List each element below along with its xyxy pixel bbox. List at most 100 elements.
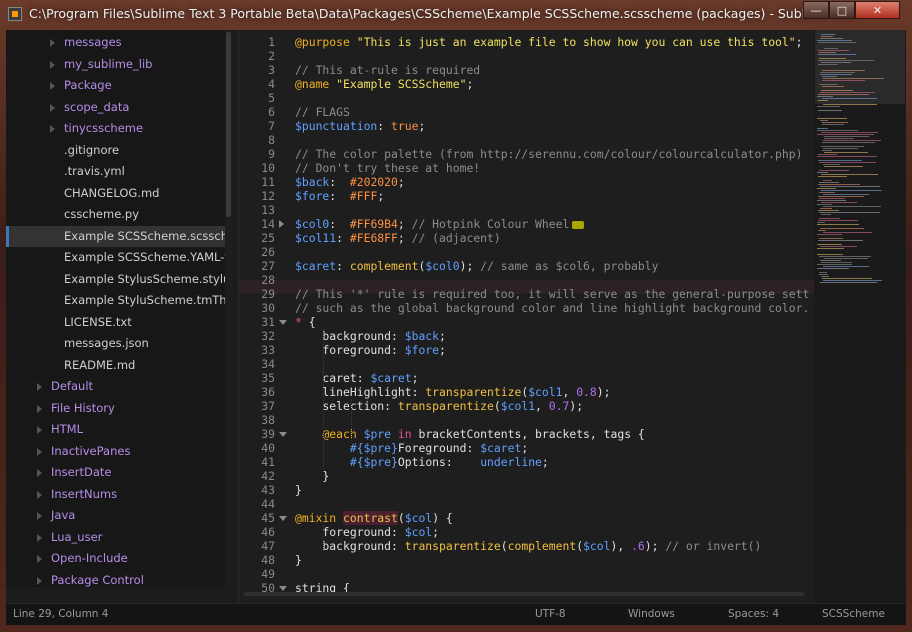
code-line[interactable]: @each $pre in bracketContents, brackets,…: [295, 427, 644, 441]
code-line[interactable]: * {: [295, 315, 316, 329]
code-line[interactable]: @name "Example SCSScheme";: [295, 77, 473, 91]
code-line[interactable]: lineHighlight: transparentize($col1, 0.8…: [295, 385, 610, 399]
sidebar-folder[interactable]: HTML: [6, 419, 225, 441]
sidebar-folder[interactable]: InactivePanes: [6, 441, 225, 463]
sidebar-folder[interactable]: InsertNums: [6, 484, 225, 506]
sidebar-file[interactable]: .travis.yml: [6, 161, 225, 183]
title-bar[interactable]: C:\Program Files\Sublime Text 3 Portable…: [0, 0, 912, 30]
sidebar-folder[interactable]: Package Control: [6, 570, 225, 588]
code-line[interactable]: $back: #202020;: [295, 175, 405, 189]
horizontal-scrollbar-thumb[interactable]: [244, 592, 804, 596]
folder-expand-arrow-icon[interactable]: [50, 103, 55, 112]
sidebar-file[interactable]: csscheme.py: [6, 204, 225, 226]
folder-expand-arrow-icon[interactable]: [37, 512, 42, 520]
folder-expand-arrow-icon[interactable]: [37, 533, 42, 542]
folder-expand-arrow-icon[interactable]: [37, 576, 42, 585]
code-line[interactable]: caret: $caret;: [295, 371, 418, 385]
sidebar-folder[interactable]: my_sublime_lib: [6, 54, 225, 76]
sidebar-folder[interactable]: Open-Include: [6, 548, 225, 570]
code-line[interactable]: }: [295, 553, 302, 567]
folder-expand-arrow-icon[interactable]: [37, 383, 42, 391]
fold-collapse-icon[interactable]: [279, 516, 287, 521]
sidebar-scrollbar[interactable]: [225, 30, 232, 587]
sidebar-file[interactable]: messages.json: [6, 333, 225, 355]
maximize-button[interactable]: □: [829, 1, 855, 19]
line-number: 45: [261, 511, 275, 525]
fold-expand-icon[interactable]: [279, 220, 284, 228]
sidebar-file[interactable]: Example SCSScheme.YAML-tmTheme: [6, 247, 225, 269]
code-line[interactable]: selection: transparentize($col1, 0.7);: [295, 399, 583, 413]
minimap-line: [824, 136, 869, 137]
code-line[interactable]: }: [295, 483, 302, 497]
code-line[interactable]: // FLAGS: [295, 105, 350, 119]
code-line[interactable]: #{$pre}Foreground: $caret;: [295, 441, 528, 455]
sidebar-folder[interactable]: Package: [6, 75, 225, 97]
code-line[interactable]: #{$pre}Options: underline;: [295, 455, 549, 469]
sidebar-folder[interactable]: InsertDate: [6, 462, 225, 484]
folder-expand-arrow-icon[interactable]: [50, 125, 55, 133]
sidebar-file[interactable]: README.md: [6, 355, 225, 377]
code-line[interactable]: // This '*' rule is required too, it wil…: [295, 287, 809, 301]
code-line[interactable]: }: [295, 469, 329, 483]
sidebar-folder[interactable]: scope_data: [6, 97, 225, 119]
sidebar-file[interactable]: CHANGELOG.md: [6, 183, 225, 205]
code-line[interactable]: foreground: $fore;: [295, 343, 445, 357]
encoding-selector[interactable]: UTF-8: [535, 608, 566, 620]
horizontal-scrollbar[interactable]: [238, 590, 814, 598]
minimize-button[interactable]: —: [803, 1, 829, 19]
code-line[interactable]: @purpose "This is just an example file t…: [295, 35, 803, 49]
sidebar-folder[interactable]: File History: [6, 398, 225, 420]
folder-expand-arrow-icon[interactable]: [37, 404, 42, 413]
sidebar-folder[interactable]: Lua_user: [6, 527, 225, 549]
code-editor[interactable]: 1 2 3 4 5 6 7 8 9 10 11 12 13 14 25 26 27 28 29 30 31 32 33 34 3…: [238, 30, 815, 603]
close-button[interactable]: ✕: [855, 1, 900, 19]
code-line[interactable]: $punctuation: true;: [295, 119, 425, 133]
code-line[interactable]: // such as the global background color a…: [295, 301, 809, 315]
minimap-line: [822, 122, 848, 123]
sidebar-file[interactable]: Example StylusScheme.styluscheme: [6, 269, 225, 291]
folder-expand-arrow-icon[interactable]: [50, 82, 55, 90]
code-line[interactable]: $caret: complement($col0); // same as $c…: [295, 259, 659, 273]
folder-expand-arrow-icon[interactable]: [37, 447, 42, 456]
syntax-selector[interactable]: SCSScheme: [822, 608, 885, 620]
folder-expand-arrow-icon[interactable]: [37, 469, 42, 477]
minimap-line: [819, 212, 880, 213]
line-number: 3: [268, 63, 275, 77]
line-endings-selector[interactable]: Windows: [628, 608, 675, 620]
sidebar-folder[interactable]: Default: [6, 376, 225, 398]
code-line[interactable]: $col0: #FF69B4; // Hotpink Colour Wheel: [295, 217, 585, 231]
code-line[interactable]: // Don't try these at home!: [295, 161, 480, 175]
code-token: // same as $col6, probably: [480, 259, 659, 273]
minimap-line: [824, 152, 868, 153]
code-line[interactable]: background: $back;: [295, 329, 445, 343]
sidebar-file[interactable]: Example SCSScheme.scsscheme: [6, 225, 225, 247]
fold-collapse-icon[interactable]: [279, 320, 287, 325]
sidebar-file[interactable]: Example StyluScheme.tmTheme: [6, 290, 225, 312]
minimap-line: [823, 164, 840, 165]
sidebar-folder[interactable]: Java: [6, 505, 225, 527]
code-line[interactable]: $fore: #FFF;: [295, 189, 384, 203]
code-token: complement: [349, 259, 419, 273]
folded-region-ellipsis-icon[interactable]: [572, 220, 585, 229]
line-number-gutter[interactable]: 1 2 3 4 5 6 7 8 9 10 11 12 13 14 25 26 27 28 29 30 31 32 33 34 3…: [239, 30, 291, 603]
sublime-app-icon[interactable]: [8, 7, 22, 21]
sidebar-scrollbar-thumb[interactable]: [226, 32, 231, 217]
code-line[interactable]: background: transparentize(complement($c…: [295, 539, 761, 553]
sidebar-file[interactable]: .gitignore: [6, 140, 225, 162]
code-line[interactable]: // The color palette (from http://serenn…: [295, 147, 802, 161]
code-line[interactable]: $col11: #FE68FF; // (adjacent): [295, 231, 501, 245]
folder-expand-arrow-icon[interactable]: [37, 426, 42, 434]
code-line[interactable]: @mixin contrast($col) {: [295, 511, 453, 525]
sidebar-folder[interactable]: messages: [6, 32, 225, 54]
indentation-selector[interactable]: Spaces: 4: [728, 608, 779, 620]
fold-collapse-icon[interactable]: [279, 432, 287, 437]
sidebar-folder[interactable]: tinycsscheme: [6, 118, 225, 140]
minimap[interactable]: [814, 30, 906, 603]
code-line[interactable]: // This at-rule is required: [295, 63, 480, 77]
code-line[interactable]: foreground: $col;: [295, 525, 439, 539]
folder-expand-arrow-icon[interactable]: [37, 555, 42, 563]
folder-expand-arrow-icon[interactable]: [37, 490, 42, 499]
folder-expand-arrow-icon[interactable]: [50, 60, 55, 69]
folder-expand-arrow-icon[interactable]: [50, 39, 55, 47]
sidebar-file[interactable]: LICENSE.txt: [6, 312, 225, 334]
